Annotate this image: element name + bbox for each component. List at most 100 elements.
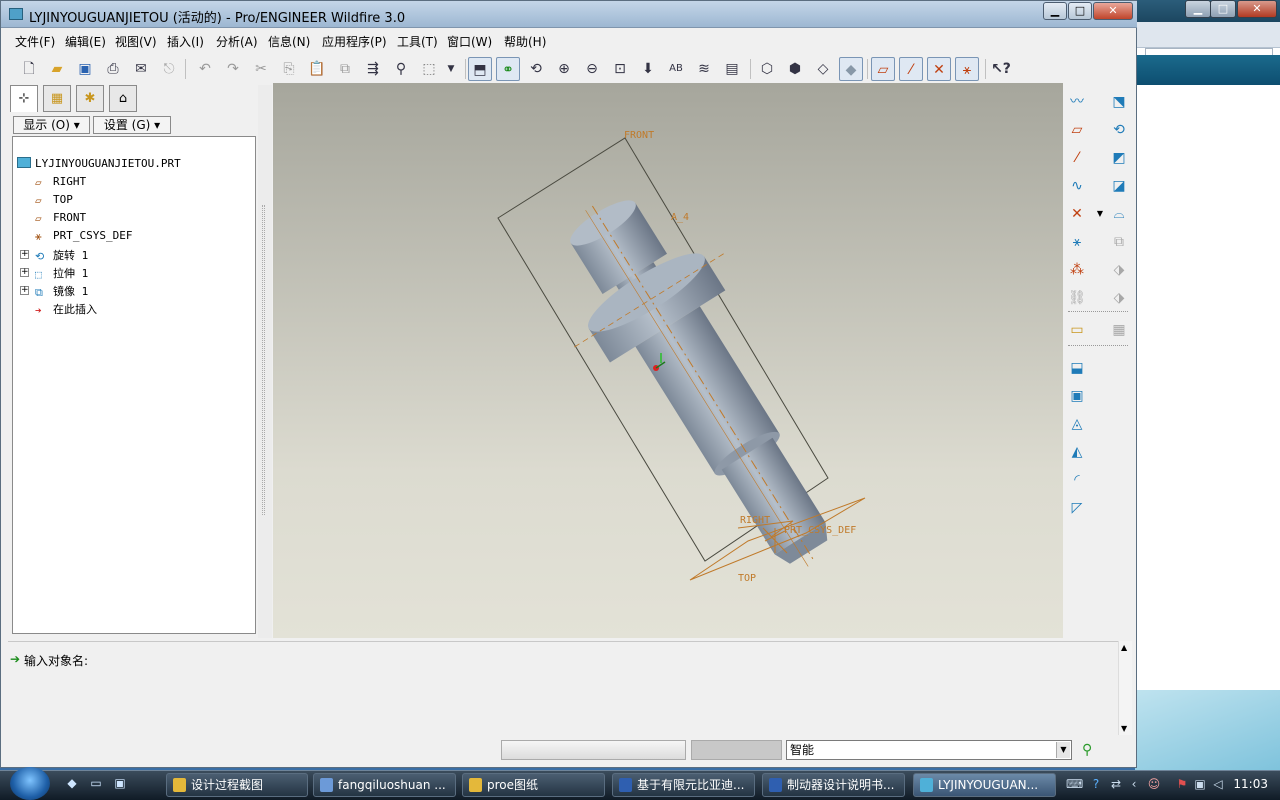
menu-applications[interactable]: 应用程序(P) — [322, 33, 387, 50]
orient-mode-icon[interactable]: ⟲ — [524, 57, 548, 81]
quicklaunch-ie-icon[interactable]: ◆ — [64, 776, 80, 792]
help-icon[interactable]: ? — [1088, 776, 1104, 792]
shading-icon[interactable]: ◆ — [839, 57, 863, 81]
language-icon[interactable]: ⇄ — [1108, 776, 1124, 792]
minimize-button[interactable]: ▁ — [1043, 2, 1067, 20]
expand-extrude-icon[interactable]: + — [20, 268, 29, 277]
taskbar-button[interactable]: proe图纸 — [462, 773, 605, 797]
taskbar-button[interactable]: 制动器设计说明书... — [762, 773, 905, 797]
volume-icon[interactable]: ◁ — [1210, 776, 1226, 792]
shell-icon[interactable]: ▣ — [1065, 385, 1089, 407]
zoom-in-icon[interactable]: ⊕ — [552, 57, 576, 81]
datum-axis-tool-icon[interactable]: ⁄ — [1065, 147, 1089, 169]
datum-point-tool-icon[interactable]: ✕ — [1065, 203, 1089, 225]
open-icon[interactable]: ▰ — [45, 57, 69, 81]
menu-view[interactable]: 视图(V) — [115, 33, 157, 50]
message-scrollbar[interactable]: ▲ ▼ — [1118, 641, 1132, 735]
boundary-blend-icon[interactable]: ◪ — [1107, 175, 1131, 197]
menu-analysis[interactable]: 分析(A) — [216, 33, 258, 50]
menu-tools[interactable]: 工具(T) — [397, 33, 438, 50]
taskbar-button[interactable]: fangqiluoshuan ... — [313, 773, 456, 797]
sketched-datum-curve-icon[interactable]: 〰 — [1065, 91, 1089, 113]
extrude-tool-icon[interactable]: ⬓ — [1065, 357, 1089, 379]
menu-file[interactable]: 文件(F) — [15, 33, 55, 50]
saved-views-icon[interactable]: AB — [664, 57, 688, 81]
taskbar-button[interactable]: 设计过程截图 — [166, 773, 308, 797]
redo-icon[interactable]: ↷ — [221, 57, 245, 81]
taskbar-button[interactable]: 基于有限元比亚迪... — [612, 773, 755, 797]
menu-edit[interactable]: 编辑(E) — [65, 33, 106, 50]
tree-item-front[interactable]: ▱ FRONT — [35, 211, 86, 224]
draft-icon[interactable]: ◭ — [1065, 441, 1089, 463]
tree-item-insert-here[interactable]: ➔ 在此插入 — [35, 301, 97, 317]
menu-insert[interactable]: 插入(I) — [167, 33, 204, 50]
undo-icon[interactable]: ↶ — [193, 57, 217, 81]
settings-menu-button[interactable]: 设置 (G) ▾ — [93, 116, 171, 134]
spin-center-icon[interactable]: ⚭ — [496, 57, 520, 81]
view-manager-icon[interactable]: ▤ — [720, 57, 744, 81]
expand-mirror-icon[interactable]: + — [20, 286, 29, 295]
paste-special-icon[interactable]: ⧉ — [333, 57, 357, 81]
analysis-feature-icon[interactable]: ⁂ — [1065, 259, 1089, 281]
network-icon[interactable]: ▣ — [1192, 776, 1208, 792]
wireframe-icon[interactable]: ⬡ — [755, 57, 779, 81]
menu-help[interactable]: 帮助(H) — [504, 33, 546, 50]
tray-app-icon[interactable]: ☺ — [1146, 776, 1162, 792]
tree-item-mirror[interactable]: ⧉ 镜像 1 — [35, 283, 88, 299]
round-icon[interactable]: ◜ — [1065, 469, 1089, 491]
no-hidden-icon[interactable]: ◇ — [811, 57, 835, 81]
annotation-feature-icon[interactable]: ▭ — [1065, 319, 1089, 341]
datum-planes-toggle-icon[interactable]: ▱ — [871, 57, 895, 81]
scroll-up-icon[interactable]: ▲ — [1121, 643, 1127, 652]
bg-minimize-button[interactable]: ▁ — [1185, 0, 1211, 18]
bg-close-button[interactable]: ✕ — [1237, 0, 1277, 18]
datum-points-toggle-icon[interactable]: ✕ — [927, 57, 951, 81]
tree-item-extrude[interactable]: ⬚ 拉伸 1 — [35, 265, 88, 281]
sweep-icon[interactable]: ◩ — [1107, 147, 1131, 169]
keyboard-icon[interactable]: ⌨ — [1066, 776, 1083, 792]
new-icon[interactable]: 🗋 — [17, 57, 41, 81]
email-icon[interactable]: ✉ — [129, 57, 153, 81]
group-icon[interactable]: ▦ — [1107, 319, 1131, 341]
connections-tab-icon[interactable]: ⌂ — [109, 85, 137, 112]
model-tree-tab-icon[interactable]: ⊹ — [10, 85, 38, 112]
layers-icon[interactable]: ≋ — [692, 57, 716, 81]
filter-dropdown-icon[interactable]: ▼ — [1056, 742, 1070, 758]
hole-icon[interactable]: ⬔ — [1107, 91, 1131, 113]
chamfer-icon[interactable]: ◸ — [1065, 497, 1089, 519]
folder-browser-tab-icon[interactable]: ▦ — [43, 85, 71, 112]
part-body[interactable] — [516, 158, 891, 610]
taskbar-button-active[interactable]: LYJINYOUGUAN... — [913, 773, 1056, 797]
tree-item-right[interactable]: ▱ RIGHT — [35, 175, 86, 188]
reorient-icon[interactable]: ⬇ — [636, 57, 660, 81]
tree-item-top[interactable]: ▱ TOP — [35, 193, 73, 206]
scroll-down-icon[interactable]: ▼ — [1121, 724, 1127, 733]
datum-plane-tool-icon[interactable]: ▱ — [1065, 119, 1089, 141]
merge-icon[interactable]: ⬗ — [1107, 259, 1131, 281]
navigator-splitter[interactable] — [258, 85, 272, 638]
start-button-icon[interactable] — [10, 767, 50, 800]
print-icon[interactable]: ⎙ — [101, 57, 125, 81]
save-icon[interactable]: ▣ — [73, 57, 97, 81]
rib-icon[interactable]: ◬ — [1065, 413, 1089, 435]
pattern-icon[interactable]: ⬗ — [1107, 287, 1131, 309]
paste-icon[interactable]: 📋 — [305, 57, 329, 81]
refit-icon[interactable]: ⊡ — [608, 57, 632, 81]
datum-axes-toggle-icon[interactable]: ⁄ — [899, 57, 923, 81]
mirror-tool-icon[interactable]: ⧉ — [1107, 231, 1131, 253]
close-button[interactable]: ✕ — [1093, 2, 1133, 20]
send-icon[interactable]: ⎋ — [157, 57, 181, 81]
revolve-tool-icon[interactable]: ⟲ — [1107, 119, 1131, 141]
zoom-out-icon[interactable]: ⊖ — [580, 57, 604, 81]
find-icon[interactable]: ⚲ — [389, 57, 413, 81]
quicklaunch-switch-icon[interactable]: ▣ — [112, 776, 128, 792]
show-menu-button[interactable]: 显示 (O) ▾ — [13, 116, 90, 134]
tree-item-csys[interactable]: ⚹ PRT_CSYS_DEF — [35, 229, 132, 242]
tray-expand-icon[interactable]: ‹ — [1126, 776, 1142, 792]
context-help-icon[interactable]: ↖? — [989, 57, 1013, 81]
quicklaunch-desktop-icon[interactable]: ▭ — [88, 776, 104, 792]
menu-info[interactable]: 信息(N) — [268, 33, 310, 50]
csys-toggle-icon[interactable]: ⚹ — [955, 57, 979, 81]
maximize-button[interactable]: □ — [1068, 2, 1092, 20]
copy-icon[interactable]: ⎘ — [277, 57, 301, 81]
